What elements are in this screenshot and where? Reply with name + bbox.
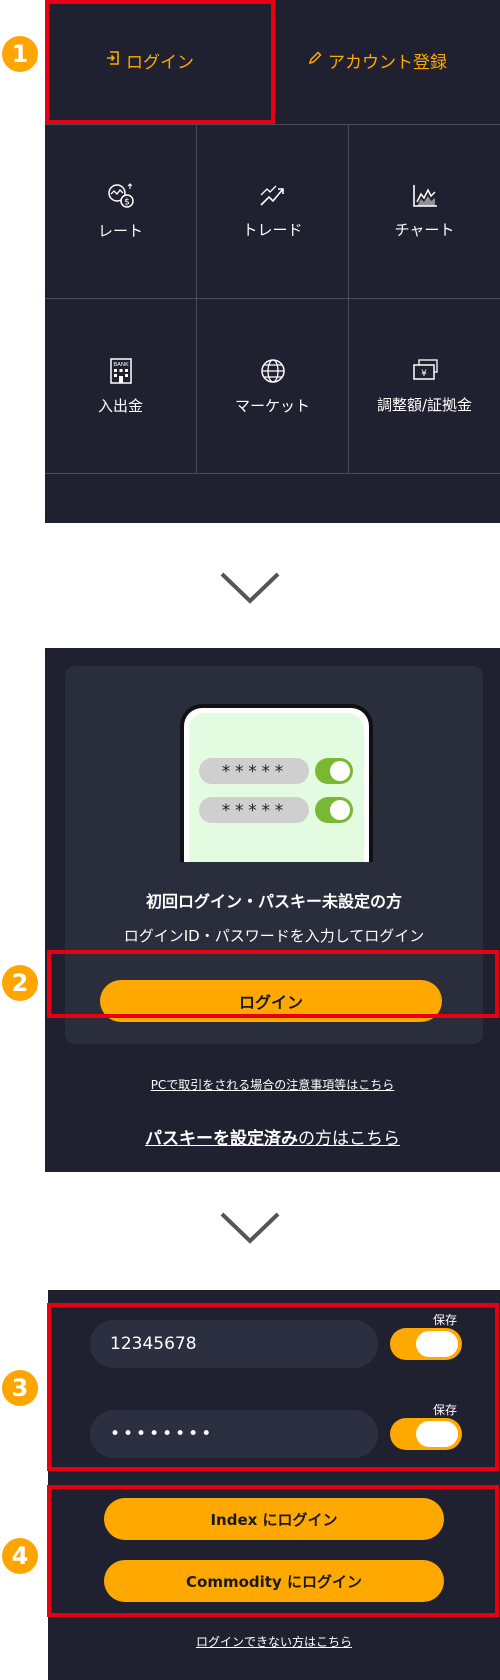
chevron-down-icon: [218, 570, 282, 606]
password-mask-pill: *****: [199, 797, 309, 823]
password-mask-pill: *****: [199, 758, 309, 784]
menu-item-label: トレード: [242, 220, 303, 239]
menu-item-rate[interactable]: $ レート: [45, 124, 197, 299]
mini-toggle: [315, 797, 353, 823]
pc-notice-link[interactable]: PCで取引をされる場合の注意事項等はこちら: [45, 1076, 500, 1093]
menu-item-label: チャート: [394, 220, 455, 239]
passkey-link-rest: の方はこちら: [298, 1129, 400, 1149]
rate-currency-icon: $: [106, 182, 136, 214]
svg-text:$: $: [124, 197, 130, 207]
passkey-link-bold: パスキーを設定済み: [145, 1129, 298, 1149]
mini-toggle: [315, 758, 353, 784]
register-menu-label: アカウント登録: [328, 52, 447, 73]
highlight-login-button: [47, 950, 499, 1018]
chevron-down-icon: [218, 1210, 282, 1246]
yen-bill-icon: ¥: [411, 358, 439, 388]
step-badge-4: 4: [2, 1538, 38, 1574]
menu-item-label: レート: [97, 221, 143, 240]
highlight-credentials: [47, 1303, 499, 1471]
menu-item-chart[interactable]: チャート: [349, 124, 500, 299]
menu-item-label: 調整額/証拠金: [376, 395, 473, 414]
step-badge-3: 3: [2, 1370, 38, 1406]
menu-grid: $ レート トレード チャート BANK 入出金 マーケット ¥ 調整額/証拠金: [45, 124, 500, 474]
phone-screen: ***** *****: [189, 713, 364, 862]
pencil-icon: [308, 50, 322, 70]
svg-text:¥: ¥: [421, 369, 427, 379]
menu-item-margin[interactable]: ¥ 調整額/証拠金: [349, 299, 500, 474]
menu-item-market[interactable]: マーケット: [197, 299, 349, 474]
register-menu-button[interactable]: アカウント登録: [255, 0, 500, 120]
step-badge-2: 2: [2, 965, 38, 1001]
globe-icon: [259, 357, 287, 389]
menu-item-deposit[interactable]: BANK 入出金: [45, 299, 197, 474]
highlight-login-buttons: [47, 1485, 499, 1617]
bank-icon: BANK: [107, 357, 135, 389]
highlight-login-menu: [45, 0, 275, 124]
svg-text:BANK: BANK: [113, 362, 129, 368]
card-title: 初回ログイン・パスキー未設定の方: [145, 892, 402, 911]
phone-illustration: ***** *****: [180, 704, 373, 862]
passkey-link[interactable]: パスキーを設定済みの方はこちら: [45, 1124, 500, 1149]
step-badge-1: 1: [2, 36, 38, 72]
login-selection-panel: ***** ***** 初回ログイン・パスキー未設定の方 ログインID・パスワー…: [45, 648, 500, 1172]
trade-arrows-icon: [258, 183, 288, 213]
menu-item-label: マーケット: [234, 396, 310, 415]
menu-item-trade[interactable]: トレード: [197, 124, 349, 299]
menu-item-label: 入出金: [97, 396, 143, 415]
chart-icon: [411, 183, 439, 213]
card-subtitle: ログインID・パスワードを入力してログイン: [123, 927, 425, 945]
cannot-login-link[interactable]: ログインできない方はこちら: [48, 1633, 500, 1650]
